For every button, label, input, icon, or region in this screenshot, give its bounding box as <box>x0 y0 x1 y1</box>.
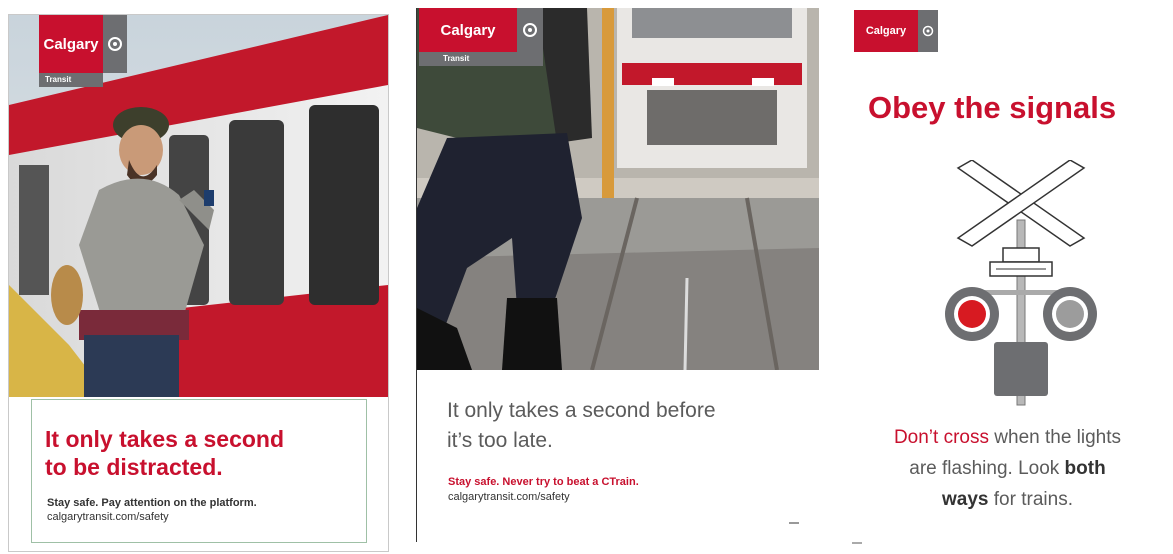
body-rest-3: for trains. <box>988 489 1073 510</box>
headline: It only takes a second before it’s too l… <box>447 396 716 456</box>
poster-platform-distracted: Calgary Transit It only takes a second t… <box>8 14 389 552</box>
logo-wordmark: Calgary <box>39 15 103 73</box>
url: calgarytransit.com/safety <box>47 511 169 523</box>
body-cross: cross <box>943 427 989 448</box>
calgary-transit-logo: Calgary Transit <box>419 8 543 66</box>
body-dont: Don’t <box>893 427 944 448</box>
body-line-2a: are flashing. Look <box>909 458 1065 479</box>
logo-wordmark: Calgary <box>419 8 517 52</box>
calgary-transit-logo: Calgary Transit <box>39 15 131 87</box>
poster-beat-ctrain: Calgary Transit It only takes a second b… <box>416 8 819 542</box>
url: calgarytransit.com/safety <box>448 491 570 503</box>
logo-wordmark: Calgary <box>854 10 918 52</box>
logo-subtitle: Transit <box>419 52 543 66</box>
headline-line-1: It only takes a second <box>45 426 285 452</box>
body-line-3: ways for trains. <box>842 484 1173 515</box>
body-text: Don’t cross when the lights are flashing… <box>842 422 1173 515</box>
headline: Obey the signals <box>868 90 1117 125</box>
body-both: both <box>1064 458 1106 479</box>
body-ways: ways <box>942 489 989 510</box>
footer-mark <box>789 522 799 524</box>
body-line-1: Don’t cross when the lights <box>842 422 1173 453</box>
city-emblem-icon <box>517 8 543 52</box>
body-rest-1: when the lights <box>989 427 1122 448</box>
railway-crossing-signal-icon <box>936 159 1106 410</box>
headline: It only takes a second to be distracted. <box>45 425 284 481</box>
city-emblem-icon <box>103 15 127 73</box>
logo-subtitle: Transit <box>39 73 103 87</box>
footer-mark <box>852 542 862 544</box>
city-emblem-icon <box>918 10 938 52</box>
poster-obey-signals: Calgary Obey the signals Don’t cross whe… <box>842 8 1173 548</box>
tagline: Stay safe. Pay attention on the platform… <box>47 497 257 509</box>
tagline: Stay safe. Never try to beat a CTrain. <box>448 476 639 488</box>
body-line-2: are flashing. Look both <box>842 453 1173 484</box>
headline-line-1: It only takes a second before <box>447 399 716 422</box>
calgary-transit-logo: Calgary <box>854 10 938 52</box>
headline-line-2: to be distracted. <box>45 454 223 480</box>
headline-line-2: it’s too late. <box>447 429 553 452</box>
